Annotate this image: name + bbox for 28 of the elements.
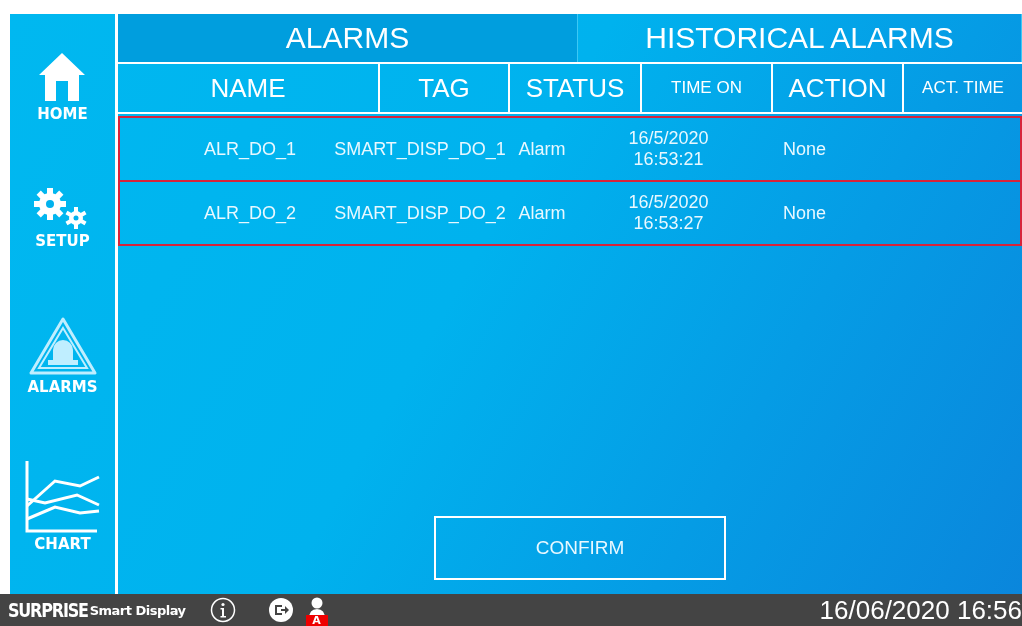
table-cell-text: SMART_DISP_DO_2	[333, 201, 507, 226]
logout-icon[interactable]	[267, 597, 294, 623]
table-cell-text: SMART_DISP_DO_1	[333, 137, 507, 162]
product-name: Smart Display	[89, 602, 186, 618]
column-header: STATUS	[510, 64, 642, 112]
date-time: 16/06/2020 16:56	[819, 594, 1022, 626]
info-icon[interactable]	[209, 597, 236, 623]
sidebar-item[interactable]: ALARMS	[27, 315, 98, 396]
brand-logo: SURPRISE	[8, 598, 88, 622]
column-header: NAME	[118, 64, 380, 112]
table-cell-text: 16/5/2020 16:53:27	[627, 191, 710, 235]
sidebar-item[interactable]: HOME	[37, 50, 88, 123]
user-button[interactable]: A	[305, 597, 328, 623]
column-header: TAG	[380, 64, 510, 112]
column-header: ACT. TIME	[921, 77, 1005, 99]
alarm-beacon-icon	[27, 315, 98, 376]
table-cell-text: None	[782, 137, 827, 161]
sidebar-item[interactable]: SETUP	[33, 188, 92, 251]
confirm-button[interactable]: CONFIRM	[434, 516, 726, 580]
table-cell-text: 16/5/2020 16:53:21	[627, 127, 710, 171]
column-header: TIME ON	[642, 64, 773, 112]
column-header: ACTION	[773, 64, 904, 112]
user-role-badge: A	[305, 615, 328, 626]
tab[interactable]: HISTORICAL ALARMS	[578, 14, 1022, 62]
line-chart-icon	[24, 461, 101, 534]
sidebar-item[interactable]: CHART	[24, 461, 101, 554]
table-cell-text: None	[782, 201, 827, 225]
tab[interactable]: ALARMS	[118, 14, 578, 62]
